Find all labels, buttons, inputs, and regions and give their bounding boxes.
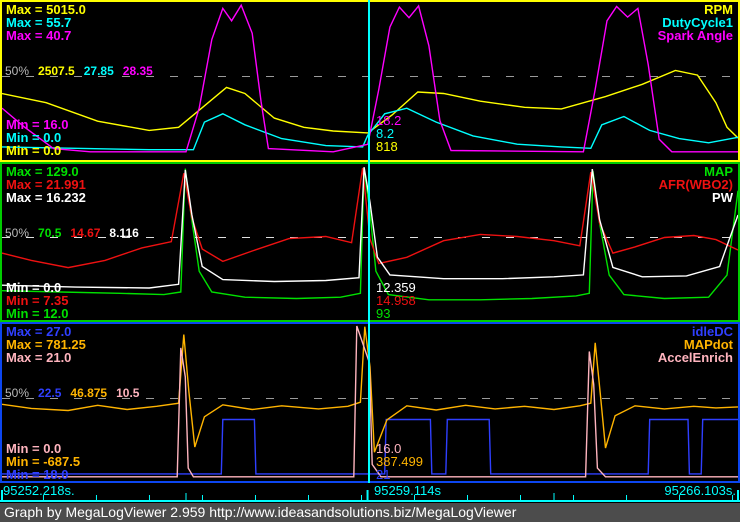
cursor-idledc: 21	[376, 467, 391, 482]
idledc-plot-area[interactable]	[2, 324, 738, 481]
legend-map-panel: MAP AFR(WBO2) PW	[659, 165, 733, 204]
max-sparkangle: Max = 40.7	[6, 28, 72, 43]
fifty-percent-label: 50%	[5, 226, 30, 240]
legend-rpm-panel: RPM DutyCycle1 Spark Angle	[658, 3, 733, 42]
cursor-rpm: 818	[376, 139, 398, 154]
max-labels-idledc: Max = 27.0 Max = 781.25 Max = 21.0	[6, 325, 86, 364]
legend-accelenrich: AccelEnrich	[657, 350, 733, 365]
graph-panel-map[interactable]: Max = 129.0 Max = 21.991 Max = 16.232 MA…	[0, 162, 740, 322]
min-rpm: Min = 0.0	[6, 143, 62, 158]
graph-panel-idledc[interactable]: Max = 27.0 Max = 781.25 Max = 21.0 idleD…	[0, 322, 740, 483]
max-pw: Max = 16.232	[6, 190, 86, 205]
fifty-percent-label: 50%	[5, 64, 30, 78]
fifty-rpm: 2507.5	[38, 64, 75, 78]
max-labels-map: Max = 129.0 Max = 21.991 Max = 16.232	[6, 165, 86, 204]
status-bar: Graph by MegaLogViewer 2.959 http://www.…	[0, 503, 740, 522]
max-labels-rpm: Max = 5015.0 Max = 55.7 Max = 40.7	[6, 3, 86, 42]
cursor-values-rpm: 18.2 8.2 818	[376, 114, 401, 153]
cursor-values-map: 12.359 14.958 93	[376, 281, 416, 320]
fifty-percent-row-map: 50% 70.5 14.67 8.116	[5, 227, 139, 239]
fifty-afr: 14.67	[70, 226, 101, 240]
cursor-map: 93	[376, 306, 391, 321]
fifty-idledc: 22.5	[38, 386, 62, 400]
min-labels-idledc: Min = 0.0 Min = -687.5 Min = 18.0	[6, 442, 80, 481]
time-start-label: 95252.218s.	[3, 483, 75, 498]
time-axis-ticks	[0, 490, 740, 502]
fifty-percent-label: 50%	[5, 386, 30, 400]
data-cursor-line[interactable]	[368, 0, 370, 483]
cursor-values-idledc: 16.0 387.499 21	[376, 442, 423, 481]
time-end-label: 95266.103s.	[664, 483, 736, 498]
fifty-accelenrich: 10.5	[116, 386, 140, 400]
fifty-dutycycle: 27.85	[83, 64, 114, 78]
min-idledc: Min = 18.0	[6, 467, 69, 482]
fifty-sparkangle: 28.35	[122, 64, 153, 78]
min-labels-map: Min = 0.0 Min = 7.35 Min = 12.0	[6, 281, 69, 320]
fifty-percent-row-rpm: 50% 2507.5 27.85 28.35	[5, 65, 153, 77]
min-map: Min = 12.0	[6, 306, 69, 321]
legend-sparkangle: Spark Angle	[657, 28, 733, 43]
legend-pw: PW	[712, 190, 733, 205]
max-accelenrich: Max = 21.0	[6, 350, 72, 365]
map-plot-area[interactable]	[2, 164, 738, 320]
min-labels-rpm: Min = 16.0 Min = 0.0 Min = 0.0	[6, 118, 69, 157]
graph-panel-rpm[interactable]: Max = 5015.0 Max = 55.7 Max = 40.7 RPM D…	[0, 0, 740, 162]
fifty-map: 70.5	[38, 226, 62, 240]
rpm-plot-area[interactable]	[2, 2, 738, 160]
fifty-mapdot: 46.875	[70, 386, 108, 400]
time-axis: 95252.218s. 95259.114s 95266.103s.	[0, 483, 740, 503]
megalogviewer-graph-window: Max = 5015.0 Max = 55.7 Max = 40.7 RPM D…	[0, 0, 740, 522]
fifty-pw: 8.116	[109, 226, 139, 240]
legend-idledc-panel: idleDC MAPdot AccelEnrich	[658, 325, 733, 364]
fifty-percent-row-idledc: 50% 22.5 46.875 10.5	[5, 387, 139, 399]
time-cursor-label: 95259.114s	[374, 483, 441, 498]
